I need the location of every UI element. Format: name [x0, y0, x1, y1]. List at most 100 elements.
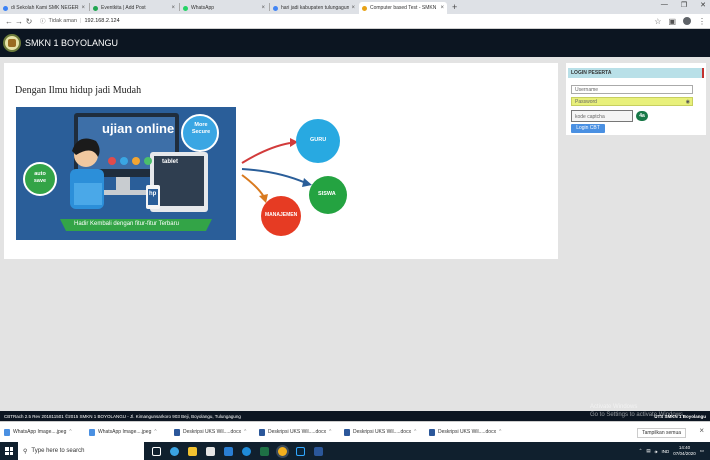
tray-chevron-icon[interactable]: ⌃	[639, 448, 643, 454]
close-tab-icon[interactable]: ×	[171, 5, 175, 11]
back-arrow-icon[interactable]: ←	[4, 17, 14, 26]
photoshop-icon[interactable]	[296, 446, 305, 456]
network-icon[interactable]: ▤	[646, 448, 650, 454]
windows-taskbar: ⚲ Type here to search ⌃ ▤ 🕪 IND 14:40 07…	[0, 442, 710, 460]
tab-favicon-icon	[93, 5, 98, 11]
tab-title: Eventkita | Add Post	[101, 5, 146, 11]
footer-copyright: CBTRach 2.5 Rev 201811501 ©2015 SMKN 1 B…	[4, 413, 241, 419]
login-panel: LOGIN PESERTA Username Password ◉ kode c…	[566, 63, 706, 135]
downloads-bar: WhatsApp Image....jpeg ⌃ WhatsApp Image..…	[0, 421, 710, 442]
login-heading: LOGIN PESERTA	[568, 68, 704, 78]
close-tab-icon[interactable]: ×	[81, 5, 85, 11]
mail-icon[interactable]	[224, 446, 233, 456]
school-logo-icon	[3, 34, 21, 52]
word-file-icon	[344, 428, 350, 436]
download-item[interactable]: Deskripsi UKS Wil.....docx ⌃	[344, 428, 429, 436]
app-header: SMKN 1 BOYOLANGU	[0, 29, 710, 57]
close-downloads-icon[interactable]: ×	[699, 426, 704, 435]
roles-diagram-graphic	[241, 119, 347, 236]
address-separator: |	[80, 18, 82, 24]
browser-tab[interactable]: Eventkita | Add Post ×	[90, 2, 178, 14]
store-icon[interactable]	[206, 446, 215, 456]
url-text: 192.168.2.124	[84, 18, 120, 24]
word-file-icon	[259, 428, 265, 436]
roles-diagram: GURU SISWA MANAJEMEN	[238, 113, 358, 248]
browser-toolbar: ← → ↻ ⓘ Tidak aman | 192.168.2.124 ☆ ▣ ⋮	[0, 14, 710, 29]
windows-start-icon[interactable]	[0, 442, 18, 460]
download-item[interactable]: Deskripsi UKS Wil.....docx ⌃	[259, 428, 344, 436]
maximize-icon[interactable]: ❐	[681, 1, 687, 9]
tab-title: di Sekolah Kami SMK NEGERI 1 B	[11, 5, 80, 11]
reload-icon[interactable]: ↻	[24, 17, 34, 26]
excel-icon[interactable]	[260, 446, 269, 456]
download-item[interactable]: Deskripsi UKS Wil.....docx ⌃	[174, 428, 259, 436]
account-avatar-icon[interactable]	[683, 17, 691, 25]
captcha-input[interactable]: kode captcha	[571, 110, 633, 122]
tablet-label: tablet	[162, 159, 179, 165]
info-icon[interactable]: ⓘ	[40, 17, 46, 25]
chevron-up-icon[interactable]: ⌃	[413, 429, 417, 435]
volume-icon[interactable]: 🕪	[655, 449, 658, 454]
browser-tab[interactable]: di Sekolah Kami SMK NEGERI 1 B×	[0, 2, 88, 14]
close-tab-icon[interactable]: ×	[261, 5, 265, 11]
chevron-up-icon[interactable]: ⌃	[498, 429, 502, 435]
address-bar[interactable]: ⓘ Tidak aman | 192.168.2.124	[40, 17, 654, 25]
close-tab-icon[interactable]: ×	[351, 5, 355, 11]
cast-icon[interactable]: ▣	[668, 17, 676, 26]
slogan-heading: Dengan Ilmu hidup jadi Mudah	[15, 85, 142, 96]
download-item[interactable]: WhatsApp Image....jpeg ⌃	[4, 428, 89, 436]
browser-tab[interactable]: hari jadi kabupaten tulungagung ×	[270, 2, 358, 14]
more-secure-bubble: More Secure	[191, 122, 211, 135]
chevron-up-icon[interactable]: ⌃	[153, 429, 157, 435]
minimize-icon[interactable]: —	[661, 1, 668, 9]
tab-favicon-icon	[3, 5, 8, 11]
edge-icon[interactable]	[170, 446, 179, 456]
bookmark-star-icon[interactable]: ☆	[654, 17, 661, 26]
word-file-icon	[429, 428, 435, 436]
main-panel: Dengan Ilmu hidup jadi Mudah ujian onlin…	[4, 63, 558, 259]
download-filename: Deskripsi UKS Wil.....docx	[183, 429, 242, 435]
download-item[interactable]: Deskripsi UKS Wil.....docx ⌃	[429, 428, 514, 436]
image-file-icon	[89, 428, 95, 436]
close-tab-icon[interactable]: ×	[440, 5, 444, 11]
eye-icon[interactable]: ◉	[686, 99, 690, 105]
new-tab-plus-icon[interactable]: +	[448, 2, 461, 12]
login-button[interactable]: Login CBT	[571, 124, 605, 133]
password-input[interactable]: Password ◉	[571, 97, 693, 106]
download-item[interactable]: WhatsApp Image....jpeg ⌃	[89, 428, 174, 436]
captcha-image: 4a	[636, 111, 648, 121]
show-all-downloads-button[interactable]: Tampilkan semua	[637, 428, 686, 438]
taskbar-search-input[interactable]: ⚲ Type here to search	[18, 442, 144, 460]
forward-arrow-icon[interactable]: →	[14, 17, 24, 26]
username-input[interactable]: Username	[571, 85, 693, 94]
ie-icon[interactable]	[242, 446, 251, 456]
chevron-up-icon[interactable]: ⌃	[68, 429, 72, 435]
browser-tab[interactable]: WhatsApp ×	[180, 2, 268, 14]
search-icon: ⚲	[23, 448, 28, 455]
search-placeholder: Type here to search	[31, 448, 85, 454]
tab-title: WhatsApp	[191, 5, 215, 11]
word-icon[interactable]	[314, 446, 323, 456]
tab-title: Computer based Test - SMKN 1 B	[370, 5, 439, 11]
taskbar-clock[interactable]: 14:40 07/04/2020	[673, 445, 696, 457]
watermark-line-2: Go to Settings to activate Windows.	[590, 412, 685, 418]
pinned-apps	[152, 446, 323, 456]
notifications-icon[interactable]: ▭	[700, 448, 704, 454]
menu-kebab-icon[interactable]: ⋮	[698, 17, 706, 26]
chrome-icon[interactable]	[278, 446, 287, 456]
chevron-up-icon[interactable]: ⌃	[328, 429, 332, 435]
manajemen-node: MANAJEMEN	[265, 212, 298, 218]
download-filename: Deskripsi UKS Wil.....docx	[268, 429, 327, 435]
toolbar-actions: ☆ ▣ ⋮	[654, 17, 706, 26]
language-indicator[interactable]: IND	[661, 449, 669, 454]
image-file-icon	[4, 428, 10, 436]
watermark-line-1: Activate Windows	[590, 404, 638, 410]
file-explorer-icon[interactable]	[188, 446, 197, 456]
ujian-online-banner: ujian online More Secure auto save table…	[16, 107, 236, 240]
chevron-up-icon[interactable]: ⌃	[243, 429, 247, 435]
clock-date: 07/04/2020	[673, 451, 696, 456]
browser-tab-active[interactable]: Computer based Test - SMKN 1 B ×	[359, 2, 447, 14]
banner-headline: ujian online	[102, 121, 175, 136]
close-window-icon[interactable]: ✕	[700, 1, 706, 9]
task-view-icon[interactable]	[152, 446, 161, 456]
